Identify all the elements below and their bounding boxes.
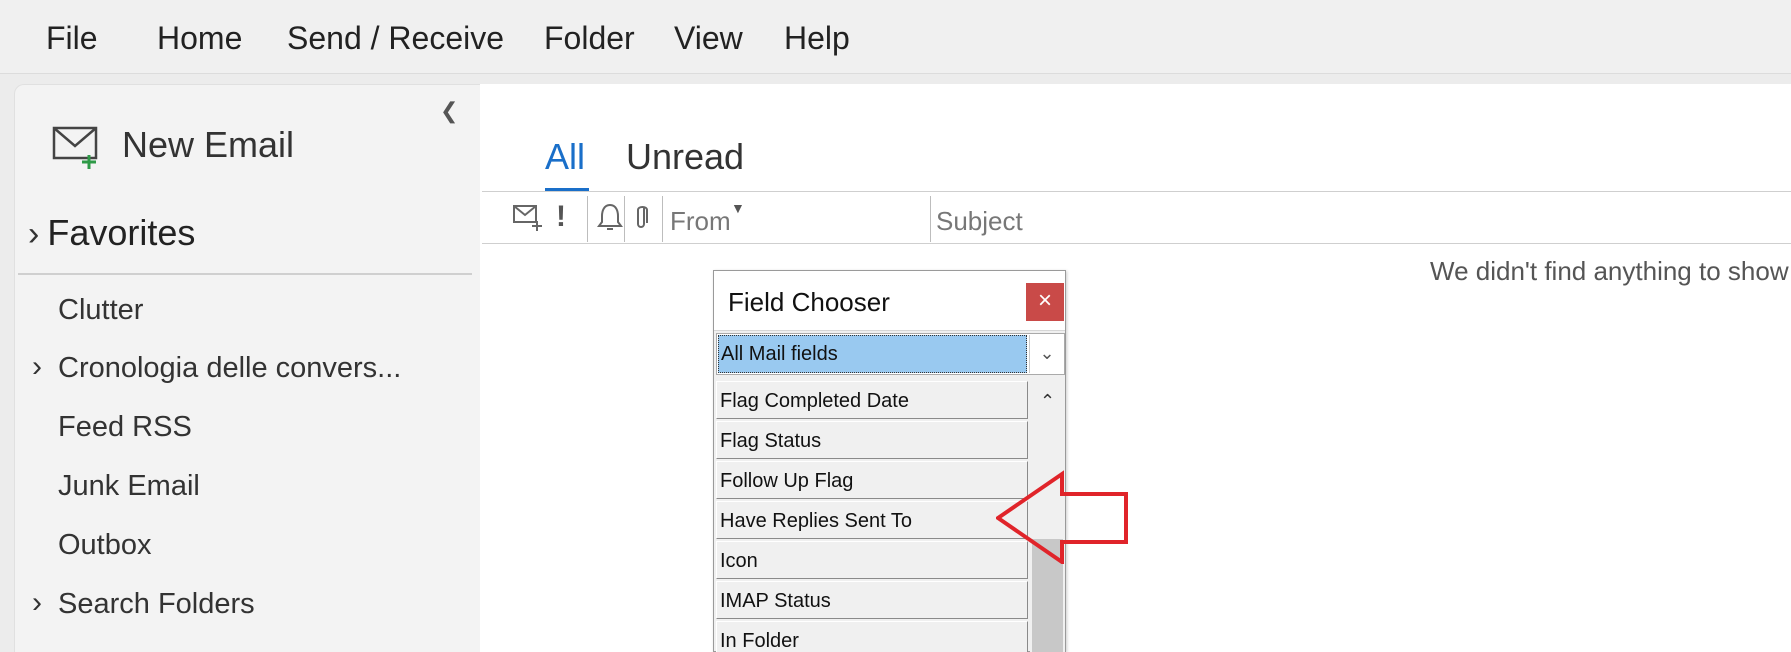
field-category-value: All Mail fields — [718, 335, 1027, 373]
column-separator — [624, 196, 625, 242]
dialog-title: Field Chooser — [728, 287, 890, 317]
red-arrow-annotation-icon — [996, 470, 1128, 564]
column-separator — [662, 196, 663, 242]
icon-column-icon[interactable] — [512, 202, 544, 232]
scroll-up-icon[interactable]: ⌃ — [1030, 391, 1065, 412]
sidebar-item-search-folders[interactable]: Search Folders — [58, 588, 255, 621]
tab-unread[interactable]: Unread — [626, 136, 744, 178]
column-separator — [587, 196, 588, 242]
reminder-bell-icon[interactable] — [596, 202, 624, 232]
field-item[interactable]: Icon — [716, 541, 1028, 579]
field-item[interactable]: Flag Status — [716, 421, 1028, 459]
menu-folder[interactable]: Folder — [544, 20, 635, 57]
favorites-label: Favorites — [47, 212, 196, 253]
sidebar-divider — [18, 273, 472, 275]
column-separator — [930, 196, 931, 242]
chevron-right-icon[interactable]: › — [32, 586, 42, 620]
close-button[interactable]: × — [1026, 283, 1064, 321]
favorites-group[interactable]: › Favorites — [28, 212, 195, 254]
tab-all[interactable]: All — [545, 136, 585, 178]
field-item[interactable]: Follow Up Flag — [716, 461, 1028, 499]
sidebar-item-junk-email[interactable]: Junk Email — [58, 470, 200, 503]
new-email-icon — [52, 126, 98, 169]
close-icon: × — [1037, 287, 1052, 314]
sidebar-item-feed-rss[interactable]: Feed RSS — [58, 411, 192, 444]
field-item[interactable]: Have Replies Sent To — [716, 501, 1028, 539]
menu-bar: File Home Send / Receive Folder View Hel… — [0, 0, 1791, 74]
chevron-right-icon[interactable]: › — [32, 350, 42, 384]
column-header-bottom-border — [482, 243, 1791, 244]
field-item[interactable]: IMAP Status — [716, 581, 1028, 619]
sidebar-item-clutter[interactable]: Clutter — [58, 294, 143, 327]
collapse-pane-icon[interactable]: ❮ — [440, 98, 458, 124]
chevron-down-icon[interactable]: ⌄ — [1029, 335, 1064, 373]
column-subject[interactable]: Subject — [936, 206, 1023, 237]
new-email-label: New Email — [122, 124, 295, 165]
column-header-top-border — [482, 191, 1791, 192]
menu-send-receive[interactable]: Send / Receive — [287, 20, 504, 57]
field-category-select[interactable]: All Mail fields ⌄ — [716, 333, 1065, 375]
sidebar-item-outbox[interactable]: Outbox — [58, 529, 152, 562]
menu-view[interactable]: View — [674, 20, 743, 57]
chevron-right-icon: › — [28, 215, 40, 253]
importance-icon[interactable]: ! — [556, 200, 566, 234]
field-list: Flag Completed Date Flag Status Follow U… — [716, 381, 1028, 652]
new-email-button[interactable]: New Email — [52, 118, 352, 174]
menu-home[interactable]: Home — [157, 20, 242, 57]
field-item[interactable]: In Folder — [716, 621, 1028, 652]
attachment-icon[interactable] — [630, 202, 652, 232]
sidebar-item-cronologia[interactable]: Cronologia delle convers... — [58, 352, 401, 385]
menu-help[interactable]: Help — [784, 20, 850, 57]
sort-descending-icon: ▼ — [731, 200, 745, 216]
column-from[interactable]: From — [670, 206, 731, 237]
menu-file[interactable]: File — [46, 20, 98, 57]
empty-list-message: We didn't find anything to show — [1430, 256, 1789, 286]
field-item[interactable]: Flag Completed Date — [716, 381, 1028, 419]
field-chooser-dialog: Field Chooser × All Mail fields ⌄ Flag C… — [713, 270, 1066, 652]
